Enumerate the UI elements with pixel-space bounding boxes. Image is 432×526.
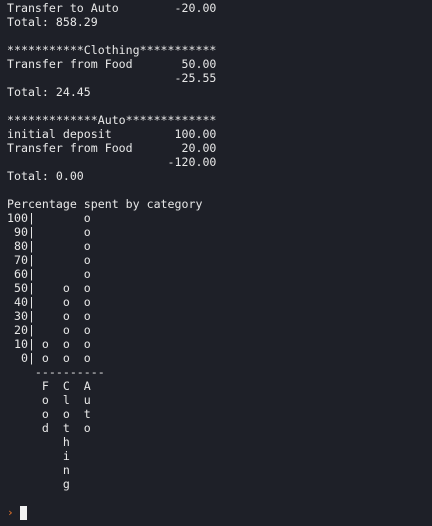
output-line: n	[7, 463, 70, 477]
output-line: o o t	[7, 407, 91, 421]
text-cursor[interactable]	[19, 506, 27, 520]
output-line: o l u	[7, 393, 91, 407]
output-line: Total: 858.29	[7, 15, 98, 29]
output-line: ***********Clothing***********	[7, 43, 217, 57]
output-line: 0| o o o	[7, 351, 91, 365]
output-line: 80| o	[7, 239, 91, 253]
output-line: 10| o o o	[7, 337, 91, 351]
output-line: -120.00	[7, 155, 217, 169]
output-line: Transfer to Auto -20.00	[7, 1, 217, 15]
terminal-window[interactable]: Transfer to Auto -20.00 Total: 858.29 ****…	[0, 0, 432, 526]
output-line: g	[7, 477, 70, 491]
output-line: Percentage spent by category	[7, 197, 203, 211]
command-prompt[interactable]: ›	[7, 505, 27, 521]
output-line: Transfer from Food 50.00	[7, 57, 217, 71]
output-line: 40| o o	[7, 295, 91, 309]
prompt-arrow-icon: ›	[7, 506, 14, 519]
output-line: i	[7, 449, 70, 463]
output-line: ----------	[7, 365, 105, 379]
output-line: Total: 24.45	[7, 85, 91, 99]
output-line: Total: 0.00	[7, 169, 84, 183]
output-line: 90| o	[7, 225, 91, 239]
terminal-output: Transfer to Auto -20.00 Total: 858.29 ****…	[7, 1, 432, 491]
output-line: h	[7, 435, 70, 449]
output-line: -25.55	[7, 71, 217, 85]
output-line: 100| o	[7, 211, 91, 225]
output-line: initial deposit 100.00	[7, 127, 217, 141]
output-line: 20| o o	[7, 323, 91, 337]
output-line: F C A	[7, 379, 91, 393]
output-line: *************Auto*************	[7, 113, 217, 127]
output-line: 60| o	[7, 267, 91, 281]
output-line: 50| o o	[7, 281, 91, 295]
output-line: 30| o o	[7, 309, 91, 323]
output-line: d t o	[7, 421, 91, 435]
output-line: 70| o	[7, 253, 91, 267]
output-line: Transfer from Food 20.00	[7, 141, 217, 155]
